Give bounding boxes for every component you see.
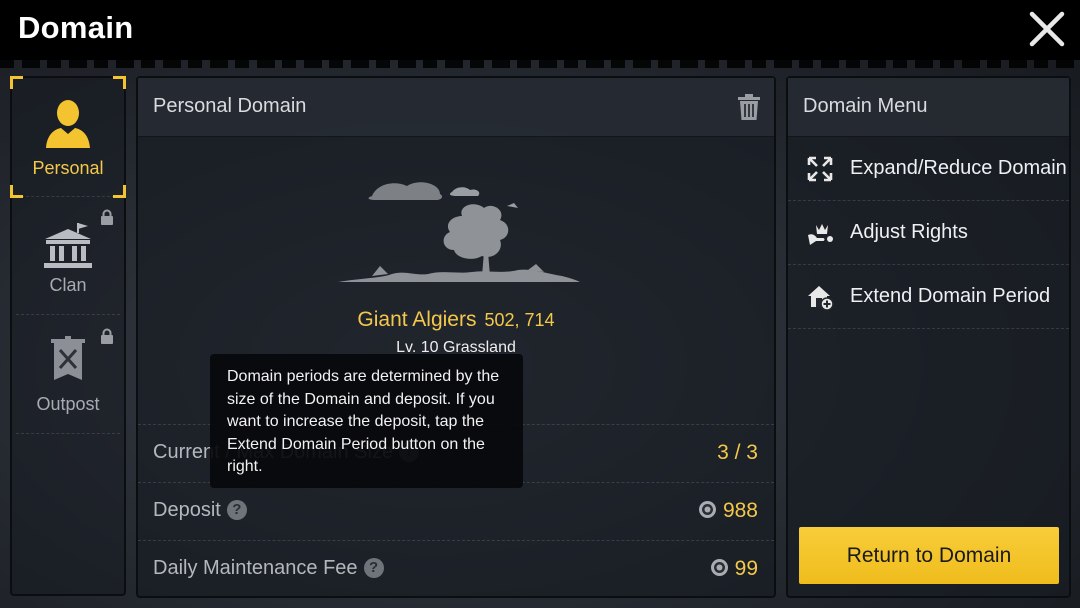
expand-arrows-icon bbox=[807, 156, 833, 182]
return-to-domain-button[interactable]: Return to Domain bbox=[799, 527, 1059, 584]
help-icon[interactable]: ? bbox=[363, 558, 384, 578]
coin-icon bbox=[710, 559, 728, 576]
personal-domain-panel: Personal Domain Giant Algiers 502, 714 Lv… bbox=[136, 76, 776, 598]
sidebar-item-outpost[interactable]: Outpost bbox=[12, 316, 124, 434]
domain-coords[interactable]: 502, 714 bbox=[484, 310, 554, 330]
panel-title: Personal Domain bbox=[153, 95, 307, 117]
domain-size-value: 3 / 3 bbox=[717, 441, 758, 464]
selection-corner bbox=[113, 76, 126, 89]
clan-hall-icon bbox=[44, 223, 92, 268]
divider bbox=[16, 314, 120, 315]
deposit-row: Deposit? 988 bbox=[138, 482, 774, 541]
coin-icon bbox=[698, 501, 716, 518]
panel-title: Domain Menu bbox=[803, 95, 928, 117]
close-icon[interactable] bbox=[1028, 10, 1066, 48]
domain-name: Giant Algiers bbox=[357, 308, 477, 331]
window-title: Domain bbox=[18, 10, 134, 45]
top-bar: Domain bbox=[0, 0, 1080, 68]
menu-item-label: Expand/Reduce Domain bbox=[850, 157, 1067, 179]
panel-header: Domain Menu bbox=[788, 78, 1069, 137]
row-label: Deposit? bbox=[153, 499, 247, 522]
row-label-text: Daily Maintenance Fee bbox=[153, 557, 358, 579]
divider bbox=[16, 433, 120, 434]
domain-name-line: Giant Algiers 502, 714 bbox=[138, 308, 774, 332]
lock-icon bbox=[101, 209, 113, 225]
crown-hand-icon bbox=[808, 224, 833, 245]
row-label-text: Deposit bbox=[153, 499, 221, 521]
domain-type-sidebar: Personal Clan Outpost bbox=[10, 76, 126, 596]
panel-header: Personal Domain bbox=[138, 78, 774, 137]
house-plus-icon bbox=[808, 286, 834, 311]
menu-item-expand-reduce[interactable]: Expand/Reduce Domain bbox=[788, 137, 1069, 201]
menu-item-extend-period[interactable]: Extend Domain Period bbox=[788, 265, 1069, 329]
outpost-banner-icon bbox=[51, 336, 85, 380]
fee-value: 99 bbox=[734, 557, 758, 580]
row-label: Daily Maintenance Fee? bbox=[153, 557, 384, 580]
help-tooltip: Domain periods are determined by the siz… bbox=[210, 354, 523, 488]
domain-menu-panel: Domain Menu Expand/Reduce Domain Adjust … bbox=[786, 76, 1071, 598]
sidebar-item-label: Clan bbox=[49, 275, 87, 295]
maintenance-fee-row: Daily Maintenance Fee? 99 bbox=[138, 540, 774, 599]
lock-icon bbox=[101, 328, 113, 344]
trash-icon[interactable] bbox=[738, 94, 760, 120]
deposit-value-group: 988 bbox=[698, 499, 758, 523]
menu-item-adjust-rights[interactable]: Adjust Rights bbox=[788, 201, 1069, 265]
sidebar-item-label: Personal bbox=[32, 158, 104, 178]
sidebar-item-clan[interactable]: Clan bbox=[12, 197, 124, 315]
domain-landscape-icon bbox=[338, 182, 580, 282]
selection-corner bbox=[10, 76, 23, 89]
person-icon bbox=[46, 100, 90, 148]
menu-item-label: Adjust Rights bbox=[850, 221, 968, 243]
help-icon[interactable]: ? bbox=[226, 500, 247, 520]
sidebar-item-personal[interactable]: Personal bbox=[10, 76, 126, 198]
fee-value-group: 99 bbox=[710, 557, 758, 581]
sidebar-item-label: Outpost bbox=[36, 394, 100, 414]
deposit-value: 988 bbox=[722, 499, 758, 522]
menu-item-label: Extend Domain Period bbox=[850, 285, 1051, 307]
